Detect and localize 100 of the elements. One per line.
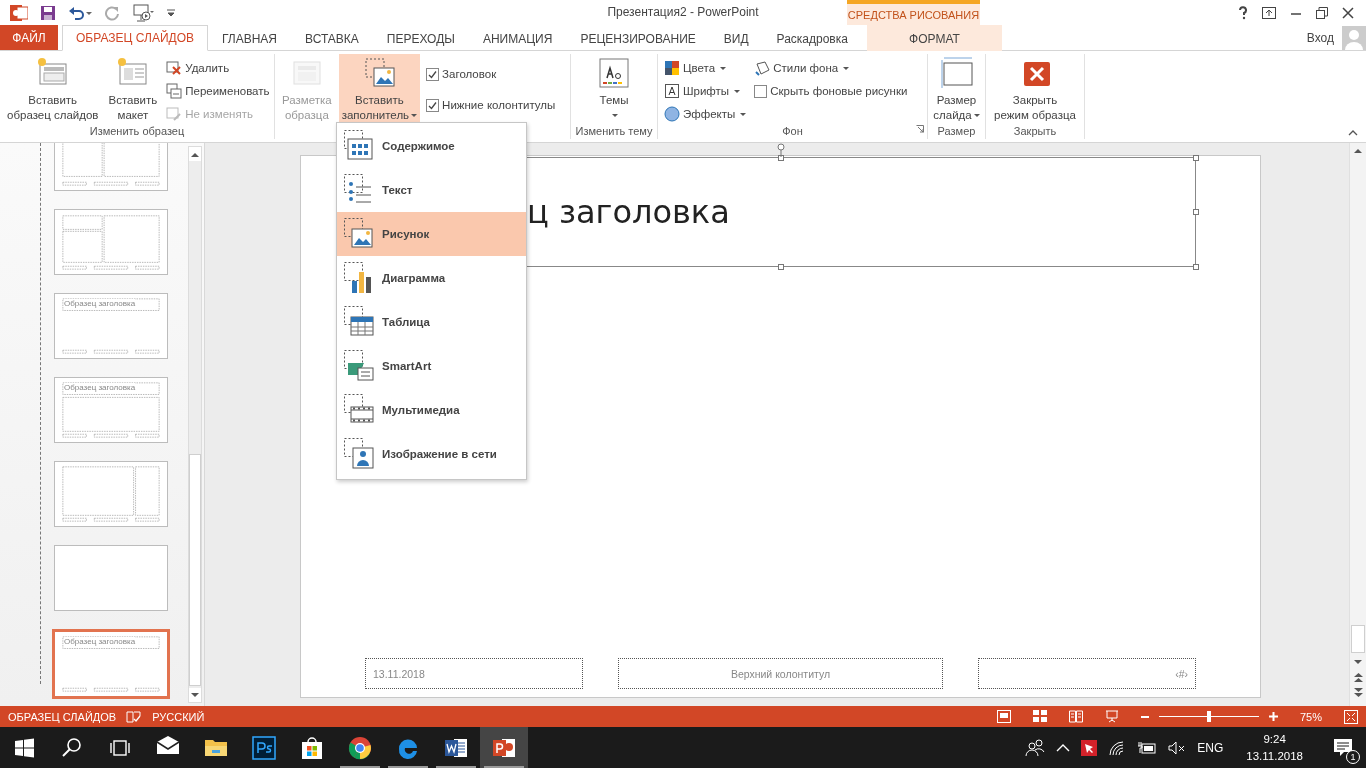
themes-icon [597, 56, 631, 90]
checkbox[interactable] [754, 84, 768, 98]
ribbon-tab[interactable]: ФАЙЛ [0, 25, 58, 50]
restore-icon[interactable] [1316, 6, 1328, 19]
speaker-muted-icon[interactable] [1168, 740, 1187, 755]
group-label: Фон [782, 125, 803, 139]
checkbox-label[interactable]: Скрыть фоновые рисунки [770, 85, 908, 97]
ribbon-tab[interactable]: ВИД [709, 25, 763, 51]
sign-in-link[interactable]: Вход [1306, 30, 1334, 45]
resize-handle[interactable] [1193, 264, 1199, 270]
undo-icon[interactable] [68, 4, 92, 21]
ribbon-button[interactable]: Стили фона [752, 57, 910, 79]
ribbon-button[interactable]: Вставить образец слайдов [4, 54, 102, 124]
menu-item[interactable]: Мультимедиа [337, 388, 526, 432]
resize-handle[interactable] [778, 264, 784, 270]
zoom-slider[interactable] [1158, 711, 1259, 722]
scroll-up-icon[interactable] [191, 151, 199, 157]
spelling-check-icon[interactable] [126, 709, 143, 724]
footer-placeholder[interactable]: Верхний колонтитул [617, 658, 944, 689]
menu-item[interactable]: Изображение в сети [337, 432, 526, 476]
ribbon-button[interactable]: Вставить заполнитель [338, 54, 421, 124]
ribbon-button[interactable]: Размер слайда [930, 54, 983, 124]
slide-layout-thumbnail[interactable] [54, 209, 168, 275]
ribbon-button[interactable]: Шрифты [662, 80, 749, 102]
normal-view-icon[interactable] [996, 710, 1011, 723]
ribbon-tab[interactable]: ГЛАВНАЯ [208, 25, 292, 51]
ribbon-display-icon[interactable] [1262, 6, 1276, 19]
reading-view-icon[interactable] [1068, 710, 1083, 723]
menu-item[interactable]: Таблица [337, 300, 526, 344]
checkbox-label[interactable]: Заголовок [442, 68, 497, 80]
dropdown-arrow-icon[interactable] [843, 66, 850, 70]
ribbon-button[interactable]: Цвета [662, 57, 749, 79]
battery-icon[interactable] [1137, 740, 1158, 755]
rotate-handle-icon[interactable] [777, 143, 785, 157]
slideshow-icon[interactable] [132, 3, 154, 22]
ribbon-tab[interactable]: ВСТАВКА [291, 25, 373, 51]
ribbon-tab[interactable]: ОБРАЗЕЦ СЛАЙДОВ [62, 25, 208, 51]
ribbon-button[interactable]: Эффекты [662, 103, 749, 125]
scrollbar-thumb[interactable] [1351, 625, 1365, 653]
slide-layout-thumbnail[interactable]: Образец заголовка [54, 293, 168, 359]
ribbon-tab[interactable]: РЕЦЕНЗИРОВАНИЕ [566, 25, 710, 51]
ribbon-tab[interactable]: АНИМАЦИЯ [468, 25, 567, 51]
slide-number-placeholder[interactable]: ‹#› [978, 658, 1196, 689]
ribbon-tab[interactable]: ПЕРЕХОДЫ [372, 25, 469, 51]
save-icon[interactable] [40, 4, 56, 21]
dropdown-arrow-icon[interactable] [740, 112, 747, 116]
scroll-up-icon[interactable] [1354, 148, 1362, 153]
menu-item[interactable]: SmartArt [337, 344, 526, 388]
slide-layout-thumbnail[interactable] [54, 461, 168, 527]
slide-layout-thumbnail[interactable]: Образец заголовка [52, 629, 170, 699]
zoom-slider-thumb[interactable] [1206, 711, 1211, 722]
close-icon[interactable] [1342, 6, 1354, 19]
ribbon-tab[interactable]: ФОРМАТ [866, 25, 1002, 51]
checkbox[interactable] [426, 98, 440, 112]
ribbon-button[interactable]: Темы [594, 54, 634, 124]
zoom-percentage[interactable]: 75% [1299, 710, 1322, 723]
dropdown-arrow-icon[interactable] [612, 114, 618, 118]
customize-arrow-icon[interactable] [166, 7, 176, 18]
dialog-launcher-icon[interactable] [916, 125, 924, 133]
resize-handle[interactable] [1193, 209, 1199, 215]
checkbox-label[interactable]: Нижние колонтитулы [442, 99, 556, 111]
taskbar-app-button[interactable] [480, 727, 528, 768]
scrollbar[interactable] [1349, 143, 1366, 706]
slide-show-icon[interactable] [1104, 710, 1119, 723]
scrollbar-thumb[interactable] [189, 454, 201, 686]
checkbox[interactable] [426, 67, 440, 81]
collapse-ribbon-icon[interactable] [1348, 130, 1358, 136]
zoom-in-icon[interactable] [1268, 712, 1278, 721]
app-tray-icon[interactable] [1081, 739, 1098, 756]
slide-layout-thumbnail[interactable] [54, 143, 168, 191]
fit-to-window-icon[interactable] [1344, 709, 1358, 724]
ribbon-button[interactable]: Вставить макет [105, 54, 161, 124]
date-placeholder[interactable]: 13.11.2018 [365, 658, 583, 689]
dropdown-arrow-icon[interactable] [734, 89, 741, 93]
menu-item[interactable]: Рисунок [337, 212, 526, 256]
language-label[interactable]: РУССКИЙ [152, 710, 205, 723]
ribbon-button[interactable]: Удалить [164, 57, 272, 79]
next-slide-icon[interactable] [1353, 688, 1363, 697]
ribbon-tab[interactable]: Раскадровка [762, 25, 862, 51]
ribbon-button[interactable]: Переименовать [164, 80, 272, 102]
input-language-indicator[interactable]: ENG [1197, 740, 1224, 755]
group-label: Размер [937, 125, 976, 139]
resize-handle[interactable] [778, 155, 784, 161]
people-icon[interactable] [1025, 737, 1046, 758]
dropdown-arrow-icon[interactable] [411, 114, 418, 118]
ribbon-button[interactable]: Закрыть режим образца [991, 54, 1079, 124]
clock[interactable]: 9:24 13.11.2018 [1246, 730, 1303, 765]
dropdown-arrow-icon[interactable] [973, 114, 980, 118]
powerpoint-logo-icon[interactable] [10, 3, 28, 22]
dropdown-arrow-icon[interactable] [720, 66, 727, 70]
help-icon[interactable] [1238, 5, 1248, 20]
show-hidden-icons-icon[interactable] [1056, 742, 1071, 753]
slide-layout-thumbnail[interactable] [54, 545, 168, 611]
slide-sorter-icon[interactable] [1032, 710, 1047, 723]
previous-slide-icon[interactable] [1353, 673, 1363, 682]
resize-handle[interactable] [1193, 155, 1199, 161]
scroll-down-icon[interactable] [191, 692, 199, 698]
slide-layout-thumbnail[interactable]: Образец заголовка [54, 377, 168, 443]
scrollbar[interactable] [188, 146, 202, 703]
scroll-down-icon[interactable] [1354, 660, 1362, 665]
